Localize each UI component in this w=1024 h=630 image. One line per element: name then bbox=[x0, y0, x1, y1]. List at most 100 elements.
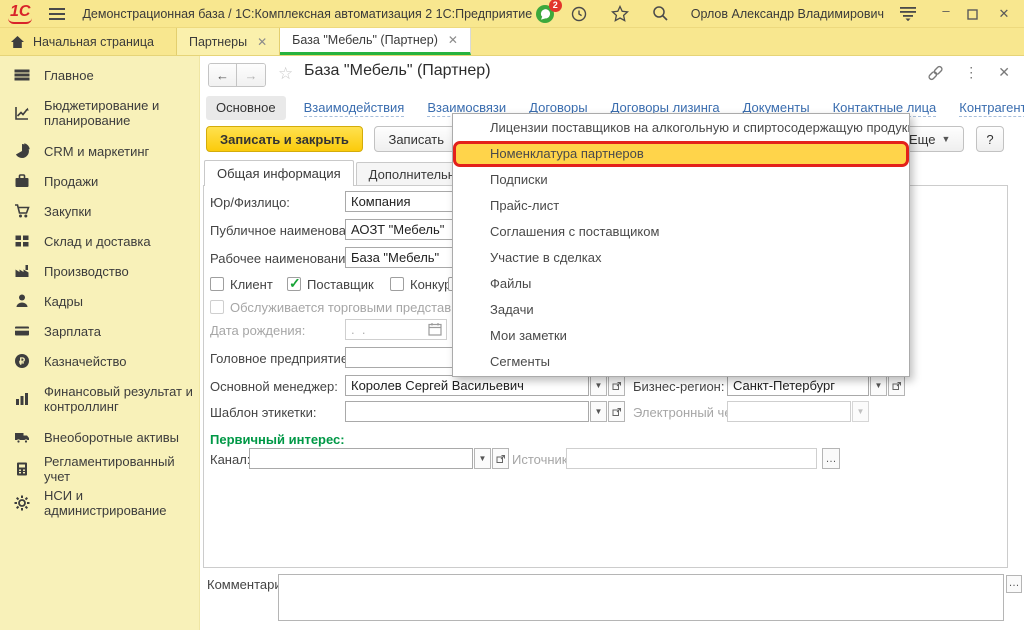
source-input[interactable] bbox=[566, 448, 817, 469]
home-icon bbox=[10, 35, 25, 49]
tab-general-info[interactable]: Общая информация bbox=[204, 160, 354, 186]
close-form-icon[interactable]: ✕ bbox=[998, 64, 1010, 81]
sidebar-item-main[interactable]: Главное bbox=[0, 60, 199, 90]
competitor-checkbox[interactable] bbox=[390, 277, 404, 291]
primary-interest-label: Первичный интерес: bbox=[210, 432, 345, 447]
close-tab-icon[interactable]: ✕ bbox=[448, 33, 458, 47]
save-and-close-button[interactable]: Записать и закрыть bbox=[206, 126, 363, 152]
truck-icon bbox=[14, 429, 30, 445]
history-icon[interactable] bbox=[568, 3, 590, 25]
manager-input[interactable] bbox=[345, 375, 589, 396]
sidebar-item-nsi-admin[interactable]: НСИ и администрирование bbox=[0, 486, 199, 520]
supplier-checkbox[interactable] bbox=[287, 277, 301, 291]
menu-item-licenses[interactable]: Лицензии поставщиков на алкогольную и сп… bbox=[453, 115, 909, 141]
maximize-button[interactable] bbox=[967, 7, 983, 20]
business-region-open-button[interactable] bbox=[888, 375, 905, 396]
business-region-input[interactable] bbox=[727, 375, 869, 396]
business-region-dropdown-button[interactable]: ▼ bbox=[870, 375, 887, 396]
current-user[interactable]: Орлов Александр Владимирович bbox=[691, 7, 884, 21]
sidebar-item-budgeting[interactable]: Бюджетирование и планирование bbox=[0, 90, 199, 136]
more-menu-kebab-icon[interactable]: ⋮ bbox=[964, 64, 978, 81]
help-button[interactable]: ? bbox=[976, 126, 1004, 152]
1c-logo: 1С bbox=[8, 3, 32, 24]
favorites-star-icon[interactable] bbox=[609, 3, 631, 25]
close-tab-icon[interactable]: ✕ bbox=[257, 35, 267, 49]
sidebar-item-fixed-assets[interactable]: Внеоборотные активы bbox=[0, 422, 199, 452]
planning-chart-icon bbox=[14, 105, 30, 121]
birth-date-label: Дата рождения: bbox=[210, 323, 305, 338]
label-template-open-button[interactable] bbox=[608, 401, 625, 422]
minimize-button[interactable]: – bbox=[938, 3, 954, 18]
history-nav-buttons: ← → bbox=[208, 63, 266, 87]
sidebar-item-salary[interactable]: Зарплата bbox=[0, 316, 199, 346]
menu-lines-icon bbox=[14, 67, 30, 83]
sidebar-item-financial-result[interactable]: Финансовый результат и контроллинг bbox=[0, 376, 199, 422]
sidebar-item-production[interactable]: Производство bbox=[0, 256, 199, 286]
menu-item-price-list[interactable]: Прайс-лист bbox=[453, 193, 909, 219]
channel-label: Канал: bbox=[210, 452, 250, 467]
person-icon bbox=[14, 293, 30, 309]
manager-open-button[interactable] bbox=[608, 375, 625, 396]
manager-dropdown-button[interactable]: ▼ bbox=[590, 375, 607, 396]
sidebar-item-purchasing[interactable]: Закупки bbox=[0, 196, 199, 226]
forward-button[interactable]: → bbox=[237, 64, 265, 86]
menu-item-my-notes[interactable]: Мои заметки bbox=[453, 323, 909, 349]
sidebar-item-regulated-accounting[interactable]: Регламентированный учет bbox=[0, 452, 199, 486]
tab-partner-card[interactable]: База "Мебель" (Партнер) ✕ bbox=[280, 28, 471, 55]
save-button[interactable]: Записать bbox=[374, 126, 458, 152]
add-favorite-star-icon[interactable]: ☆ bbox=[278, 64, 293, 84]
back-button[interactable]: ← bbox=[209, 64, 237, 86]
supplier-checkbox-label[interactable]: Поставщик bbox=[307, 277, 374, 292]
sidebar-item-warehouse[interactable]: Склад и доставка bbox=[0, 226, 199, 256]
e-receipt-input[interactable] bbox=[727, 401, 851, 422]
menu-item-files[interactable]: Файлы bbox=[453, 271, 909, 297]
grid-icon bbox=[14, 233, 30, 249]
nav-counterparties[interactable]: Контрагенты bbox=[959, 100, 1024, 117]
nav-main[interactable]: Основное bbox=[206, 96, 286, 120]
channel-open-button[interactable] bbox=[492, 448, 509, 469]
pie-chart-icon bbox=[14, 143, 30, 159]
tab-partners[interactable]: Партнеры ✕ bbox=[177, 28, 280, 55]
channel-dropdown-button[interactable]: ▼ bbox=[474, 448, 491, 469]
label-template-input[interactable] bbox=[345, 401, 589, 422]
briefcase-icon bbox=[14, 173, 30, 189]
titlebar: 1С Демонстрационная база / 1С:Комплексна… bbox=[0, 0, 1024, 28]
ruble-icon: ₽ bbox=[14, 353, 30, 369]
menu-item-deal-participation[interactable]: Участие в сделках bbox=[453, 245, 909, 271]
sidebar-item-hr[interactable]: Кадры bbox=[0, 286, 199, 316]
menu-item-segments[interactable]: Сегменты bbox=[453, 349, 909, 375]
menu-item-subscriptions[interactable]: Подписки bbox=[453, 167, 909, 193]
label-template-dropdown-button[interactable]: ▼ bbox=[590, 401, 607, 422]
channel-input[interactable] bbox=[249, 448, 473, 469]
notification-badge: 2 bbox=[549, 0, 562, 12]
tab-home[interactable]: Начальная страница bbox=[0, 28, 177, 55]
menu-item-partner-nomenclature[interactable]: Номенклатура партнеров bbox=[453, 141, 909, 167]
nav-interactions[interactable]: Взаимодействия bbox=[304, 100, 405, 117]
card-icon bbox=[14, 323, 30, 339]
close-window-button[interactable]: ✕ bbox=[996, 6, 1012, 22]
search-icon[interactable] bbox=[650, 3, 672, 25]
client-checkbox[interactable] bbox=[210, 277, 224, 291]
factory-icon bbox=[14, 263, 30, 279]
main-menu-icon[interactable] bbox=[46, 3, 68, 25]
source-dots-button[interactable]: … bbox=[822, 448, 840, 469]
calendar-icon[interactable] bbox=[428, 322, 442, 336]
get-link-icon[interactable] bbox=[927, 65, 944, 81]
menu-item-tasks[interactable]: Задачи bbox=[453, 297, 909, 323]
discussions-icon[interactable]: 2 bbox=[535, 4, 555, 24]
menu-item-supplier-agreements[interactable]: Соглашения с поставщиком bbox=[453, 219, 909, 245]
e-receipt-dropdown-button[interactable]: ▼ bbox=[852, 401, 869, 422]
sidebar-item-crm[interactable]: CRM и маркетинг bbox=[0, 136, 199, 166]
app-title: Демонстрационная база / 1С:Комплексная а… bbox=[82, 7, 532, 21]
serviced-by-reps-checkbox[interactable] bbox=[210, 300, 224, 314]
window-tab-bar: Начальная страница Партнеры ✕ База "Мебе… bbox=[0, 28, 1024, 56]
comment-dots-button[interactable]: … bbox=[1006, 575, 1022, 593]
comment-textarea[interactable] bbox=[278, 574, 1004, 621]
sidebar-item-sales[interactable]: Продажи bbox=[0, 166, 199, 196]
business-region-label: Бизнес-регион: bbox=[633, 379, 724, 394]
sidebar-item-treasury[interactable]: ₽ Казначейство bbox=[0, 346, 199, 376]
tab-home-label: Начальная страница bbox=[33, 35, 154, 49]
service-menu-icon[interactable] bbox=[897, 3, 919, 25]
client-checkbox-label[interactable]: Клиент bbox=[230, 277, 273, 292]
chevron-down-icon: ▼ bbox=[941, 134, 950, 144]
